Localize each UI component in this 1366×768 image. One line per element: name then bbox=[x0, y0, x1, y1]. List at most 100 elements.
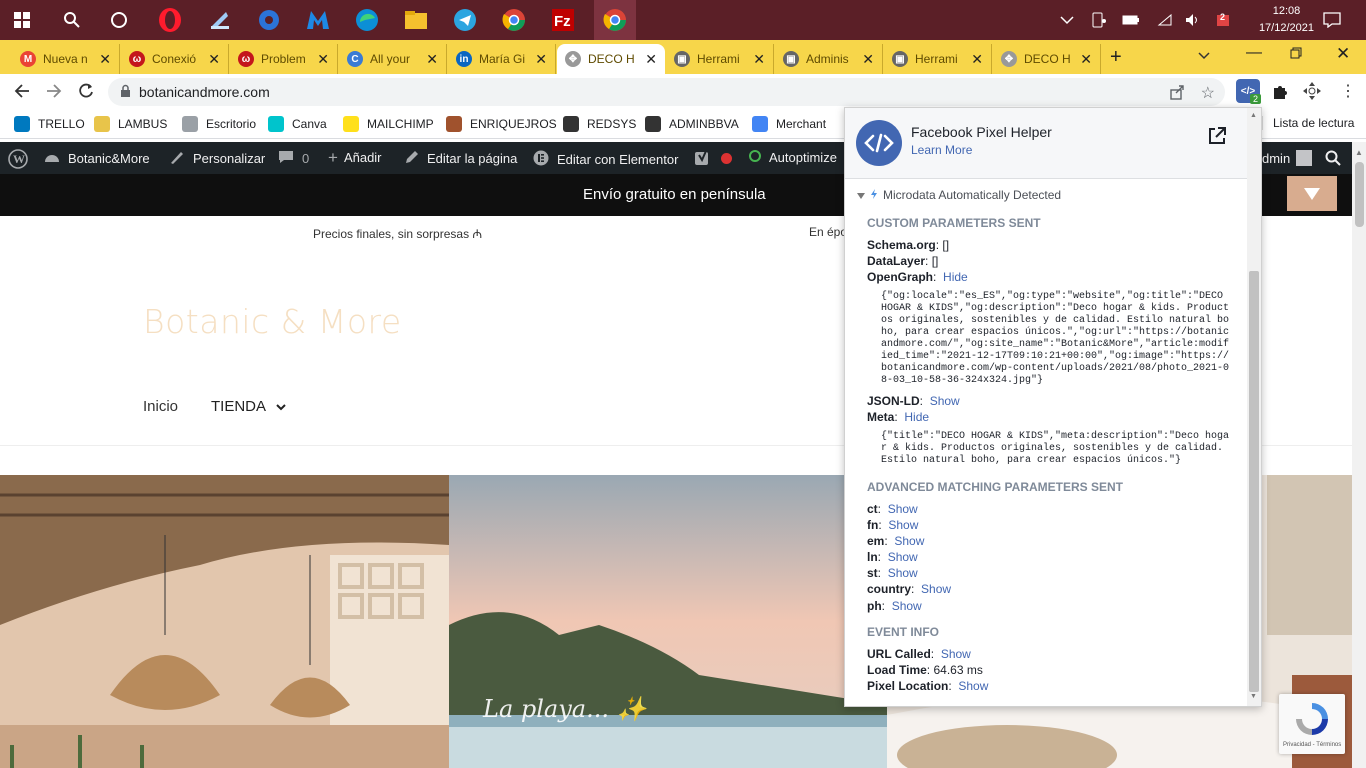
bookmark-4[interactable]: Canva bbox=[268, 116, 327, 132]
back-arrow-icon[interactable] bbox=[14, 83, 30, 102]
popup-scroll-up-icon[interactable]: ▲ bbox=[1250, 112, 1257, 119]
settings-gear-icon[interactable] bbox=[253, 4, 285, 36]
tab-close-icon[interactable]: ✕ bbox=[645, 51, 657, 68]
tab-close-icon[interactable]: ✕ bbox=[208, 51, 220, 68]
windows-start-icon[interactable] bbox=[6, 4, 38, 36]
notes-app-icon[interactable] bbox=[204, 4, 236, 36]
scroll-up-arrow-icon[interactable]: ▲ bbox=[1355, 148, 1363, 157]
filezilla-icon[interactable]: Fz bbox=[547, 4, 579, 36]
adv-param-show-link[interactable]: Show bbox=[888, 550, 918, 564]
lock-icon[interactable] bbox=[120, 84, 131, 100]
pixel-location-show-link[interactable]: Show bbox=[958, 679, 988, 693]
bookmark-star-icon[interactable]: ☆ bbox=[1201, 83, 1215, 103]
move-tool-extension-icon[interactable] bbox=[1302, 81, 1322, 104]
chrome-icon[interactable] bbox=[594, 0, 636, 40]
volume-icon[interactable] bbox=[1185, 0, 1201, 40]
cortana-icon[interactable] bbox=[103, 4, 135, 36]
meta-hide-link[interactable]: Hide bbox=[904, 410, 929, 424]
microdata-detected-row[interactable]: Microdata Automatically Detected bbox=[857, 188, 1061, 202]
tab-3[interactable]: ω Problem ✕ bbox=[230, 44, 338, 74]
tab-close-icon[interactable]: ✕ bbox=[862, 51, 874, 68]
battery-icon[interactable] bbox=[1122, 0, 1140, 40]
url-called-show-link[interactable]: Show bbox=[941, 647, 971, 661]
wifi-icon[interactable] bbox=[1157, 0, 1173, 40]
recaptcha-badge[interactable]: Privacidad - Términos bbox=[1279, 694, 1345, 754]
url-text[interactable]: botanicandmore.com bbox=[139, 84, 270, 100]
popup-scrollbar[interactable]: ▲ ▼ bbox=[1247, 108, 1261, 706]
tab-8[interactable]: ▣ Adminis ✕ bbox=[775, 44, 883, 74]
malwarebytes-icon[interactable] bbox=[302, 4, 334, 36]
reading-list[interactable]: Lista de lectura bbox=[1262, 116, 1354, 130]
recaptcha-terms[interactable]: Privacidad - Términos bbox=[1283, 742, 1341, 748]
action-center-icon[interactable] bbox=[1323, 0, 1341, 40]
learn-more-link[interactable]: Learn More bbox=[911, 143, 972, 157]
bookmark-6[interactable]: ENRIQUEJROS bbox=[446, 116, 557, 132]
adv-param-show-link[interactable]: Show bbox=[892, 599, 922, 613]
edge-icon[interactable] bbox=[351, 4, 383, 36]
tab-search-chevron-icon[interactable] bbox=[1198, 48, 1210, 63]
tab-7[interactable]: ▣ Herrami ✕ bbox=[666, 44, 774, 74]
tab-4[interactable]: C All your ✕ bbox=[339, 44, 447, 74]
wp-edit-page[interactable]: Editar la página bbox=[405, 150, 517, 167]
tab-close-icon[interactable]: ✕ bbox=[317, 51, 329, 68]
bookmark-2[interactable]: LAMBUS bbox=[94, 116, 167, 132]
adv-param-show-link[interactable]: Show bbox=[921, 582, 951, 596]
restore-window-button[interactable] bbox=[1290, 47, 1302, 62]
promo-toggle-button[interactable] bbox=[1287, 176, 1337, 211]
chrome-profile-icon[interactable] bbox=[498, 4, 530, 36]
minimize-window-button[interactable]: — bbox=[1246, 44, 1262, 62]
opera-icon[interactable] bbox=[154, 4, 186, 36]
bookmark-9[interactable]: Merchant bbox=[752, 116, 826, 132]
tab-close-icon[interactable]: ✕ bbox=[753, 51, 765, 68]
tab-close-icon[interactable]: ✕ bbox=[99, 51, 111, 68]
tab-6[interactable]: ✥ DECO H ✕ bbox=[557, 44, 665, 74]
scrollbar-thumb[interactable] bbox=[1355, 162, 1364, 227]
wp-elementor[interactable]: Editar con Elementor bbox=[533, 150, 678, 169]
tab-close-icon[interactable]: ✕ bbox=[426, 51, 438, 68]
wordpress-logo-icon[interactable]: W bbox=[8, 149, 28, 169]
tab-1[interactable]: M Nueva n ✕ bbox=[12, 44, 120, 74]
popup-scroll-down-icon[interactable]: ▼ bbox=[1250, 693, 1257, 700]
opengraph-hide-link[interactable]: Hide bbox=[943, 270, 968, 284]
wp-search-icon[interactable] bbox=[1325, 150, 1341, 166]
tab-close-icon[interactable]: ✕ bbox=[535, 51, 547, 68]
tab-close-icon[interactable]: ✕ bbox=[1080, 51, 1092, 68]
wp-autoptimize[interactable]: Autoptimize bbox=[749, 150, 837, 165]
bookmark-8[interactable]: ADMINBBVA bbox=[645, 116, 739, 132]
system-clock[interactable]: 12:08 17/12/2021 bbox=[1259, 3, 1314, 37]
forward-arrow-icon[interactable] bbox=[46, 83, 62, 102]
share-icon[interactable] bbox=[1169, 84, 1185, 103]
tab-close-icon[interactable]: ✕ bbox=[971, 51, 983, 68]
show-hidden-icons-chevron-icon[interactable] bbox=[1060, 0, 1074, 40]
wp-customize[interactable]: Personalizar bbox=[169, 150, 265, 167]
close-window-button[interactable]: ✕ bbox=[1336, 44, 1350, 64]
wp-comments[interactable]: 0 bbox=[278, 150, 309, 167]
page-scrollbar[interactable]: ▲ bbox=[1352, 142, 1366, 768]
nav-shop[interactable]: TIENDA bbox=[211, 398, 286, 415]
search-icon[interactable] bbox=[56, 4, 88, 36]
wp-site-name[interactable]: Botanic&More bbox=[44, 150, 150, 167]
wp-user-account[interactable]: dmin bbox=[1262, 150, 1313, 166]
open-external-icon[interactable] bbox=[1207, 126, 1227, 149]
adv-param-show-link[interactable]: Show bbox=[894, 534, 924, 548]
tab-10[interactable]: ✥ DECO H ✕ bbox=[993, 44, 1101, 74]
jsonld-show-link[interactable]: Show bbox=[930, 394, 960, 408]
bookmark-1[interactable]: TRELLO bbox=[14, 116, 85, 132]
facebook-pixel-helper-extension-icon[interactable]: </> 2 bbox=[1236, 79, 1262, 104]
nav-home[interactable]: Inicio bbox=[143, 398, 178, 415]
file-explorer-icon[interactable] bbox=[400, 4, 432, 36]
phone-link-icon[interactable] bbox=[1092, 0, 1106, 40]
bookmark-5[interactable]: MAILCHIMP bbox=[343, 116, 434, 132]
tab-9[interactable]: ▣ Herrami ✕ bbox=[884, 44, 992, 74]
tab-5[interactable]: in María Gi ✕ bbox=[448, 44, 556, 74]
tab-2[interactable]: ω Conexió ✕ bbox=[121, 44, 229, 74]
hero-image-terrace[interactable] bbox=[0, 475, 449, 768]
site-logo[interactable]: Botanic & More bbox=[143, 302, 402, 341]
extensions-puzzle-icon[interactable] bbox=[1271, 83, 1289, 104]
hero-image-beach[interactable]: La playa... ✨ bbox=[449, 475, 887, 768]
adv-param-show-link[interactable]: Show bbox=[888, 502, 918, 516]
omnibox[interactable]: botanicandmore.com ☆ bbox=[108, 78, 1225, 106]
notification-app-icon[interactable]: 2 bbox=[1216, 0, 1232, 40]
chrome-menu-icon[interactable]: ⋮ bbox=[1340, 81, 1356, 101]
bookmark-7[interactable]: REDSYS bbox=[563, 116, 636, 132]
